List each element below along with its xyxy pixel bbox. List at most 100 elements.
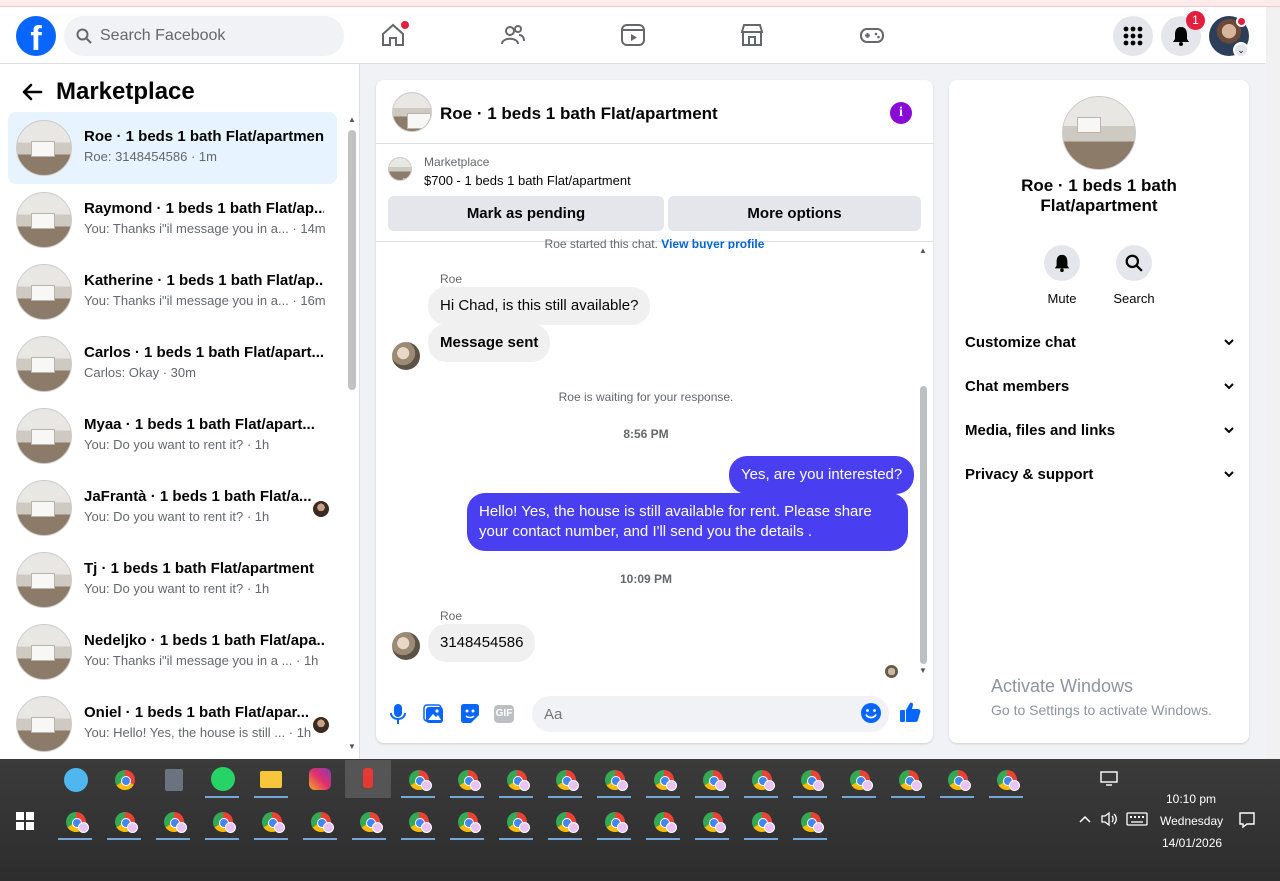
chrome-profile-taskbar-icon[interactable]: [646, 762, 680, 798]
chrome-profile-taskbar-icon[interactable]: [989, 762, 1023, 798]
calculator-icon[interactable]: [156, 762, 190, 798]
page-scrollbar[interactable]: [1266, 7, 1280, 759]
chrome-profile-taskbar-icon[interactable]: [548, 804, 582, 840]
gif-icon[interactable]: GIF: [494, 705, 514, 723]
search-chat-button[interactable]: Search: [1104, 245, 1164, 306]
clock-time[interactable]: 10:10 pm: [1166, 792, 1216, 806]
message-input[interactable]: [532, 696, 889, 732]
chevron-up-icon[interactable]: [1078, 812, 1092, 826]
info-icon[interactable]: i: [890, 102, 912, 124]
chrome-profile-taskbar-icon[interactable]: [107, 804, 141, 840]
menu-grid-button[interactable]: [1113, 16, 1153, 56]
conversation-item[interactable]: Roe · 1 beds 1 bath Flat/apartment Roe: …: [8, 112, 337, 184]
chrome-profile-taskbar-icon[interactable]: [597, 804, 631, 840]
mark-as-pending-button[interactable]: Mark as pending: [388, 196, 664, 231]
friends-icon[interactable]: [500, 22, 526, 48]
chrome-profile-taskbar-icon[interactable]: [646, 804, 680, 840]
chevron-down-icon[interactable]: ⌄: [1233, 42, 1249, 58]
clock-date[interactable]: 14/01/2026: [1162, 836, 1222, 850]
more-options-button[interactable]: More options: [668, 196, 921, 231]
scroll-down-arrow-icon[interactable]: ▼: [919, 666, 927, 675]
incoming-message[interactable]: Message sent: [428, 324, 551, 362]
chrome-profile-taskbar-icon[interactable]: [401, 762, 435, 798]
chat-listing-thumbnail[interactable]: [392, 92, 432, 132]
chrome-profile-taskbar-icon[interactable]: [205, 804, 239, 840]
keyboard-icon[interactable]: [1126, 812, 1148, 826]
privacy-support-item[interactable]: Privacy & support: [965, 463, 1235, 485]
chrome-profile-taskbar-icon[interactable]: [450, 804, 484, 840]
chrome-profile-taskbar-icon[interactable]: [450, 762, 484, 798]
gaming-icon[interactable]: [859, 22, 885, 48]
chrome-profile-taskbar-icon[interactable]: [793, 804, 827, 840]
chrome-profile-taskbar-icon[interactable]: [499, 762, 533, 798]
chrome-profile-taskbar-icon[interactable]: [793, 762, 827, 798]
media-files-links-item[interactable]: Media, files and links: [965, 419, 1235, 441]
sender-avatar[interactable]: [392, 342, 420, 370]
scroll-down-arrow-icon[interactable]: ▼: [348, 742, 356, 751]
chrome-profile-taskbar-icon[interactable]: [842, 762, 876, 798]
search-label: Search: [1113, 291, 1155, 306]
facebook-logo[interactable]: f: [16, 16, 56, 56]
instagram-icon[interactable]: [303, 762, 337, 798]
chrome-profile-taskbar-icon[interactable]: [940, 762, 974, 798]
chrome-profile-taskbar-icon[interactable]: [499, 804, 533, 840]
chat-members-item[interactable]: Chat members: [965, 375, 1235, 397]
microphone-icon[interactable]: [386, 702, 410, 726]
mute-button[interactable]: Mute: [1032, 245, 1092, 306]
clock-day[interactable]: Wednesday: [1160, 814, 1223, 828]
chrome-profile-taskbar-icon[interactable]: [695, 762, 729, 798]
whatsapp-icon[interactable]: [205, 762, 239, 798]
photo-icon[interactable]: [422, 702, 446, 726]
taskbar-app-icon[interactable]: [58, 762, 92, 798]
chat-title[interactable]: Roe · 1 beds 1 bath Flat/apartment: [440, 104, 718, 124]
chrome-taskbar-icon[interactable]: [107, 762, 141, 798]
sender-avatar[interactable]: [392, 632, 420, 660]
conversation-item[interactable]: Carlos · 1 beds 1 bath Flat/apart... Car…: [8, 328, 337, 400]
marketplace-icon[interactable]: [739, 22, 765, 48]
chrome-profile-taskbar-icon[interactable]: [597, 762, 631, 798]
outgoing-message[interactable]: Hello! Yes, the house is still available…: [467, 493, 908, 551]
chrome-profile-taskbar-icon[interactable]: [254, 804, 288, 840]
incoming-message[interactable]: 3148454586: [428, 624, 536, 662]
conversation-item[interactable]: Myaa · 1 beds 1 bath Flat/apart... You: …: [8, 400, 337, 472]
conversation-item[interactable]: JaFrantà · 1 beds 1 bath Flat/a... You: …: [8, 472, 337, 544]
listing-price[interactable]: $700 - 1 beds 1 bath Flat/apartment: [424, 173, 631, 188]
chrome-profile-taskbar-icon[interactable]: [401, 804, 435, 840]
conversation-item[interactable]: Raymond · 1 beds 1 bath Flat/ap... You: …: [8, 184, 337, 256]
back-arrow-icon[interactable]: [20, 80, 44, 104]
chrome-profile-taskbar-icon[interactable]: [891, 762, 925, 798]
video-icon[interactable]: [620, 22, 646, 48]
desktop-icon[interactable]: [1100, 771, 1118, 787]
active-app-taskbar-icon[interactable]: [345, 760, 391, 798]
volume-icon[interactable]: [1100, 811, 1118, 827]
chrome-profile-taskbar-icon[interactable]: [548, 762, 582, 798]
chrome-profile-taskbar-icon[interactable]: [695, 804, 729, 840]
conversation-item[interactable]: Oniel · 1 beds 1 bath Flat/apar... You: …: [8, 688, 337, 756]
chrome-profile-taskbar-icon[interactable]: [303, 804, 337, 840]
chrome-profile-taskbar-icon[interactable]: [744, 804, 778, 840]
conversation-item[interactable]: Katherine · 1 beds 1 bath Flat/ap... You…: [8, 256, 337, 328]
chrome-profile-taskbar-icon[interactable]: [156, 804, 190, 840]
scroll-up-arrow-icon[interactable]: ▲: [348, 115, 356, 124]
file-explorer-icon[interactable]: [254, 762, 288, 798]
like-thumbs-up-icon[interactable]: [898, 700, 922, 724]
search-input[interactable]: Search Facebook: [64, 16, 344, 56]
emoji-icon[interactable]: [860, 702, 884, 726]
details-listing-thumbnail[interactable]: [1062, 96, 1136, 170]
conversation-item[interactable]: Nedeljko · 1 beds 1 bath Flat/apa... You…: [8, 616, 337, 688]
view-buyer-profile-link[interactable]: View buyer profile: [661, 237, 764, 249]
conversation-item[interactable]: Tj · 1 beds 1 bath Flat/apartment You: D…: [8, 544, 337, 616]
sidebar-scrollbar-thumb[interactable]: [348, 130, 356, 390]
mute-label: Mute: [1047, 291, 1077, 306]
chrome-profile-taskbar-icon[interactable]: [744, 762, 778, 798]
customize-chat-item[interactable]: Customize chat: [965, 331, 1235, 353]
chrome-profile-taskbar-icon[interactable]: [352, 804, 386, 840]
windows-start-icon[interactable]: [16, 812, 34, 830]
outgoing-message[interactable]: Yes, are you interested?: [729, 456, 915, 494]
incoming-message[interactable]: Hi Chad, is this still available?: [428, 287, 651, 325]
sticker-icon[interactable]: [458, 702, 482, 726]
scroll-up-arrow-icon[interactable]: ▲: [919, 246, 927, 255]
chat-scrollbar-thumb[interactable]: [920, 386, 927, 664]
notification-center-icon[interactable]: [1238, 811, 1256, 829]
chrome-profile-taskbar-icon[interactable]: [58, 804, 92, 840]
